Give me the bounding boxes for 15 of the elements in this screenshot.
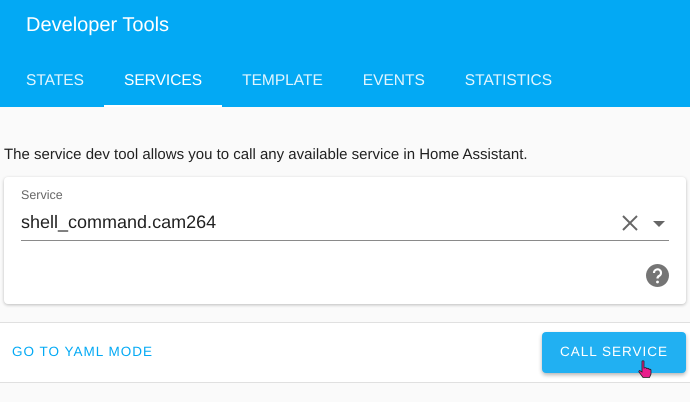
tab[interactable]: TEMPLATE	[222, 56, 343, 107]
yaml-mode-link[interactable]: GO TO YAML MODE	[12, 342, 154, 363]
tab[interactable]: EVENTS	[342, 56, 445, 107]
service-field[interactable]: Service shell_command.cam264	[21, 191, 669, 241]
clear-icon[interactable]	[621, 214, 639, 232]
call-service-button[interactable]: CALL SERVICE	[542, 332, 686, 373]
header-title: Developer Tools	[25, 13, 170, 38]
help-icon[interactable]	[646, 264, 669, 287]
description: The service dev tool allows you to call any available service in Home Assistant.	[3, 145, 529, 165]
dropdown-caret-icon[interactable]	[653, 221, 665, 227]
field-value: shell_command.cam264	[21, 211, 218, 234]
pointer-cursor-icon	[638, 360, 652, 378]
tab[interactable]: STATISTICS	[444, 56, 572, 107]
tab[interactable]: SERVICES	[104, 56, 222, 107]
tab[interactable]: STATES	[6, 56, 104, 107]
